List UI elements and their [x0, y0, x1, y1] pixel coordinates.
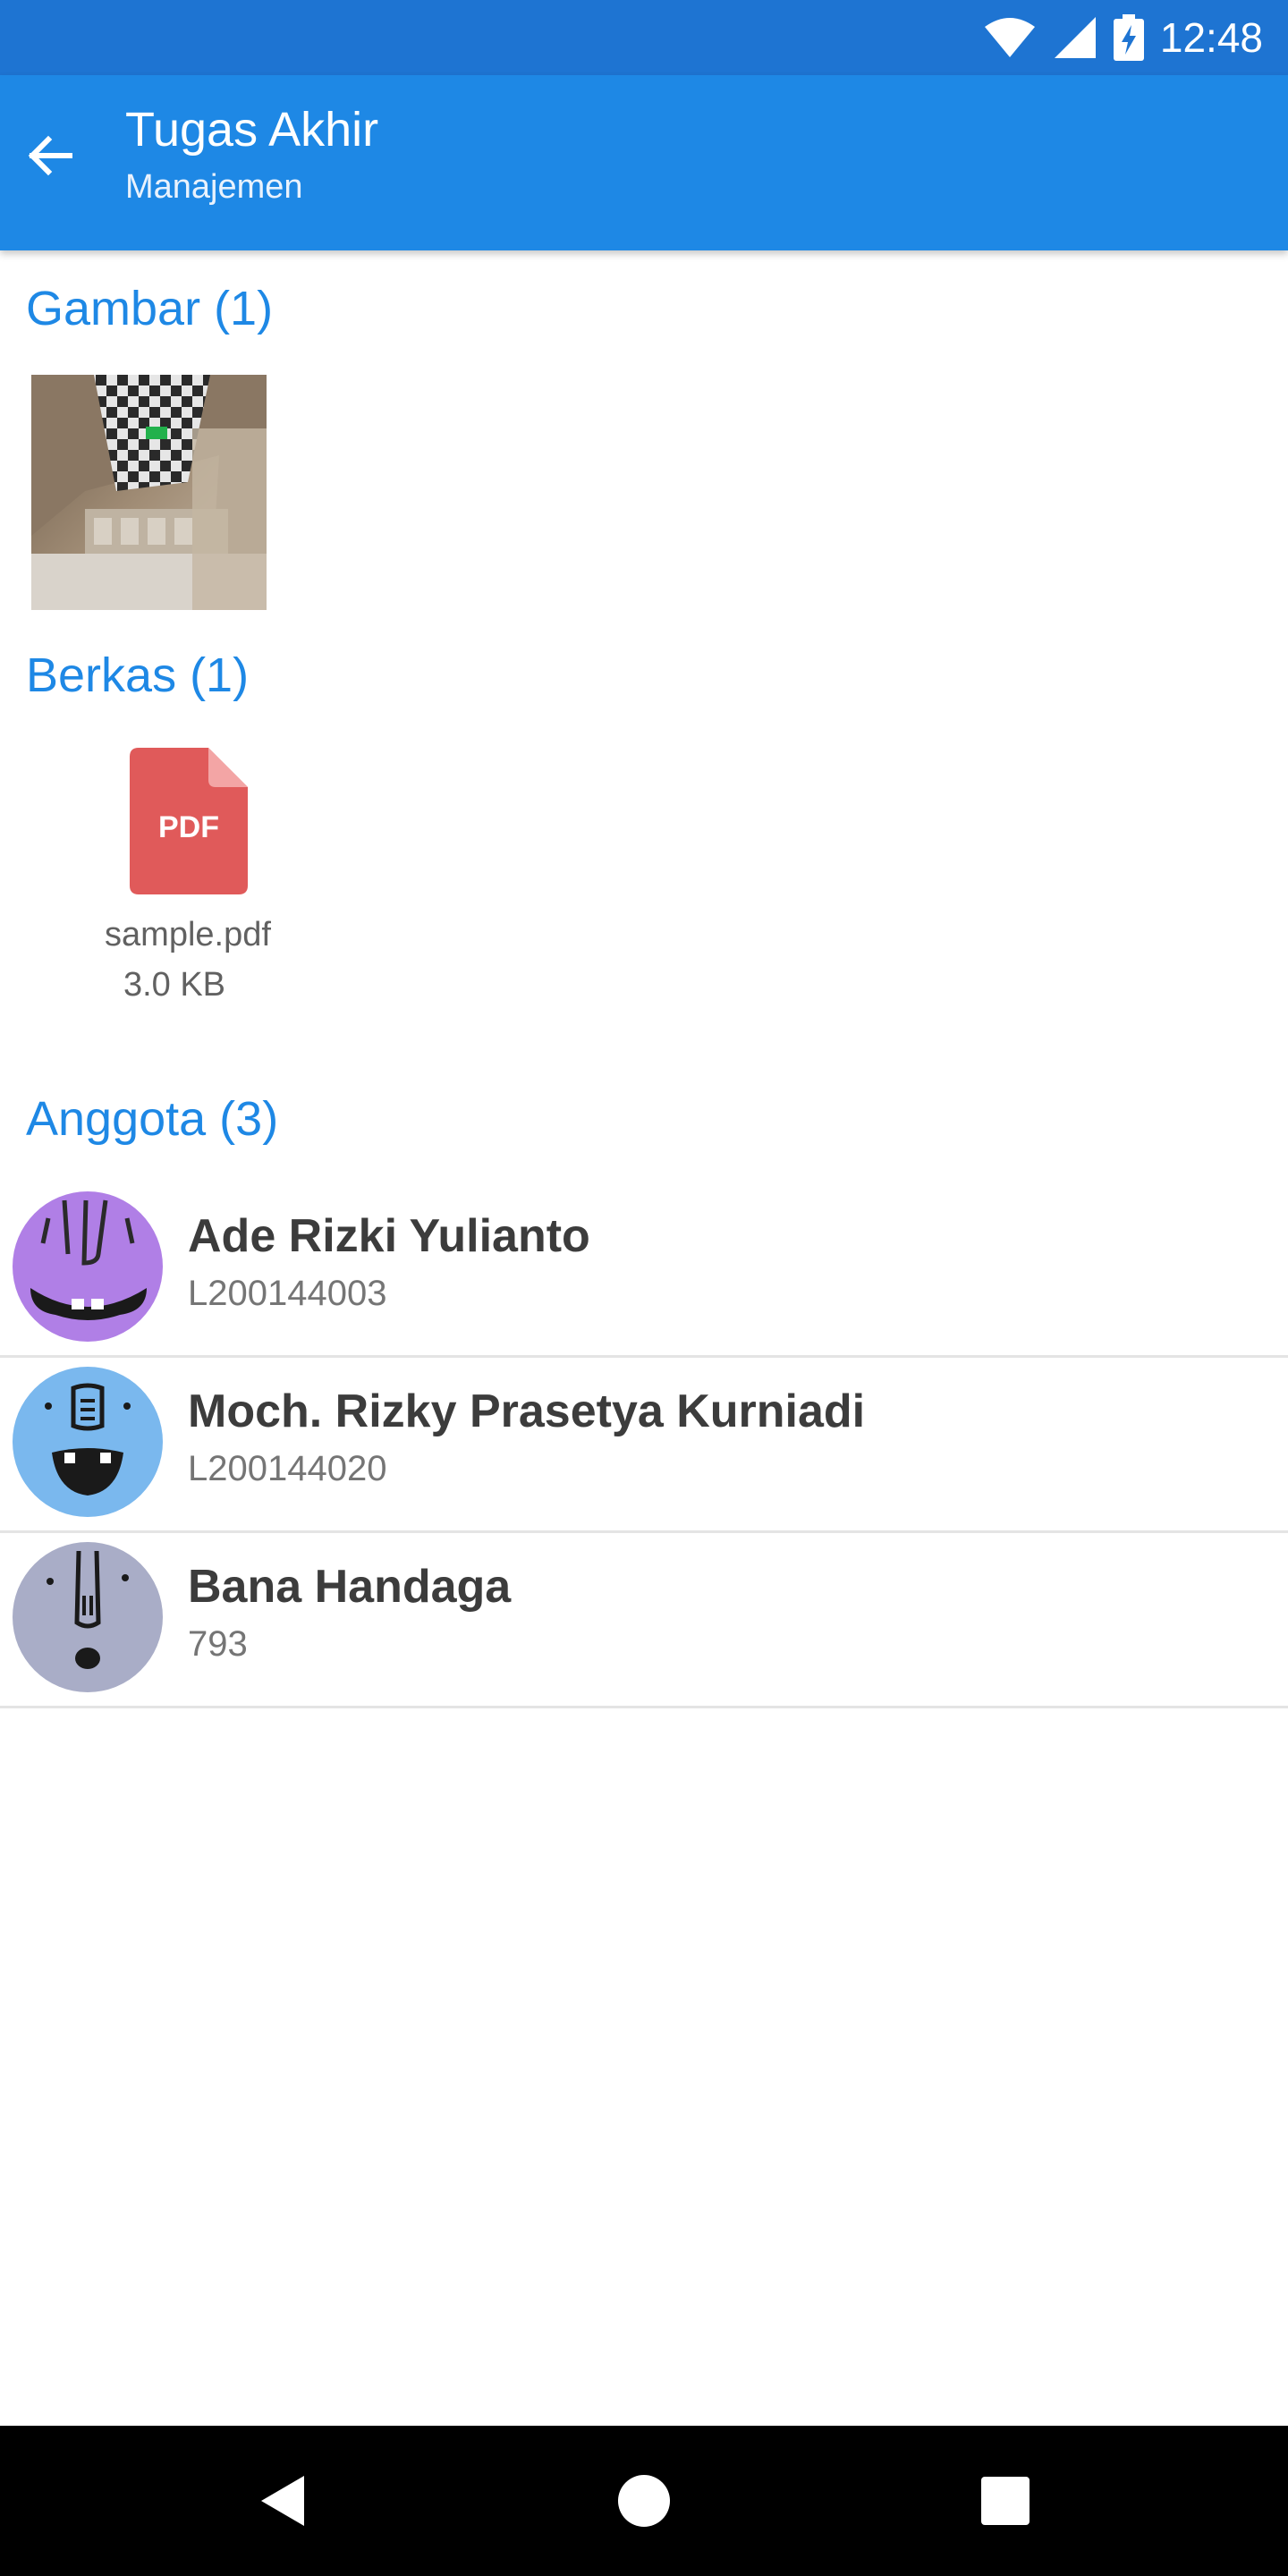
- wifi-icon: [984, 18, 1035, 57]
- battery-charging-icon: [1113, 14, 1144, 61]
- page-title: Tugas Akhir: [125, 103, 379, 157]
- nav-home-icon: [618, 2475, 670, 2527]
- image-thumbnail[interactable]: [31, 375, 267, 610]
- avatar: [13, 1542, 163, 1692]
- section-header-images: Gambar (1): [26, 282, 274, 335]
- section-header-files: Berkas (1): [26, 648, 250, 702]
- monster-face-icon: [13, 1367, 163, 1517]
- nav-back-icon: [261, 2476, 304, 2526]
- nav-recents-button[interactable]: [957, 2453, 1054, 2549]
- member-row[interactable]: Moch. Rizky Prasetya Kurniadi L200144020: [0, 1358, 1288, 1533]
- nav-back-button[interactable]: [234, 2453, 331, 2549]
- room-photo-image: [31, 375, 267, 610]
- monster-face-icon: [13, 1191, 163, 1342]
- avatar: [13, 1191, 163, 1342]
- member-id: L200144020: [188, 1449, 387, 1488]
- status-bar: 12:48: [0, 0, 1288, 75]
- file-name: sample.pdf: [105, 916, 271, 953]
- member-name: Moch. Rizky Prasetya Kurniadi: [188, 1385, 866, 1437]
- member-id: L200144003: [188, 1274, 387, 1313]
- avatar: [13, 1367, 163, 1517]
- app-bar: Tugas Akhir Manajemen: [0, 75, 1288, 250]
- pdf-file-icon: PDF: [130, 748, 248, 894]
- nav-recents-icon: [981, 2477, 1030, 2525]
- status-icons: 12:48: [983, 13, 1263, 63]
- navigation-bar: [0, 2426, 1288, 2576]
- member-name: Ade Rizki Yulianto: [188, 1210, 590, 1262]
- member-list: Ade Rizki Yulianto L200144003 Moch. Rizk…: [0, 1182, 1288, 1708]
- cell-signal-icon: [1054, 17, 1096, 58]
- nav-home-button[interactable]: [596, 2453, 692, 2549]
- back-button[interactable]: [13, 118, 88, 193]
- page-subtitle: Manajemen: [125, 168, 303, 206]
- file-size: 3.0 KB: [123, 966, 226, 1004]
- pdf-label: PDF: [158, 810, 219, 844]
- monster-face-icon: [13, 1542, 163, 1692]
- section-header-members: Anggota (3): [26, 1092, 279, 1146]
- status-time: 12:48: [1159, 14, 1263, 61]
- file-item[interactable]: PDF sample.pdf 3.0 KB: [85, 748, 291, 1016]
- member-name: Bana Handaga: [188, 1561, 512, 1613]
- arrow-back-icon: [28, 135, 72, 176]
- member-row[interactable]: Bana Handaga 793: [0, 1533, 1288, 1708]
- member-id: 793: [188, 1624, 248, 1664]
- member-row[interactable]: Ade Rizki Yulianto L200144003: [0, 1182, 1288, 1358]
